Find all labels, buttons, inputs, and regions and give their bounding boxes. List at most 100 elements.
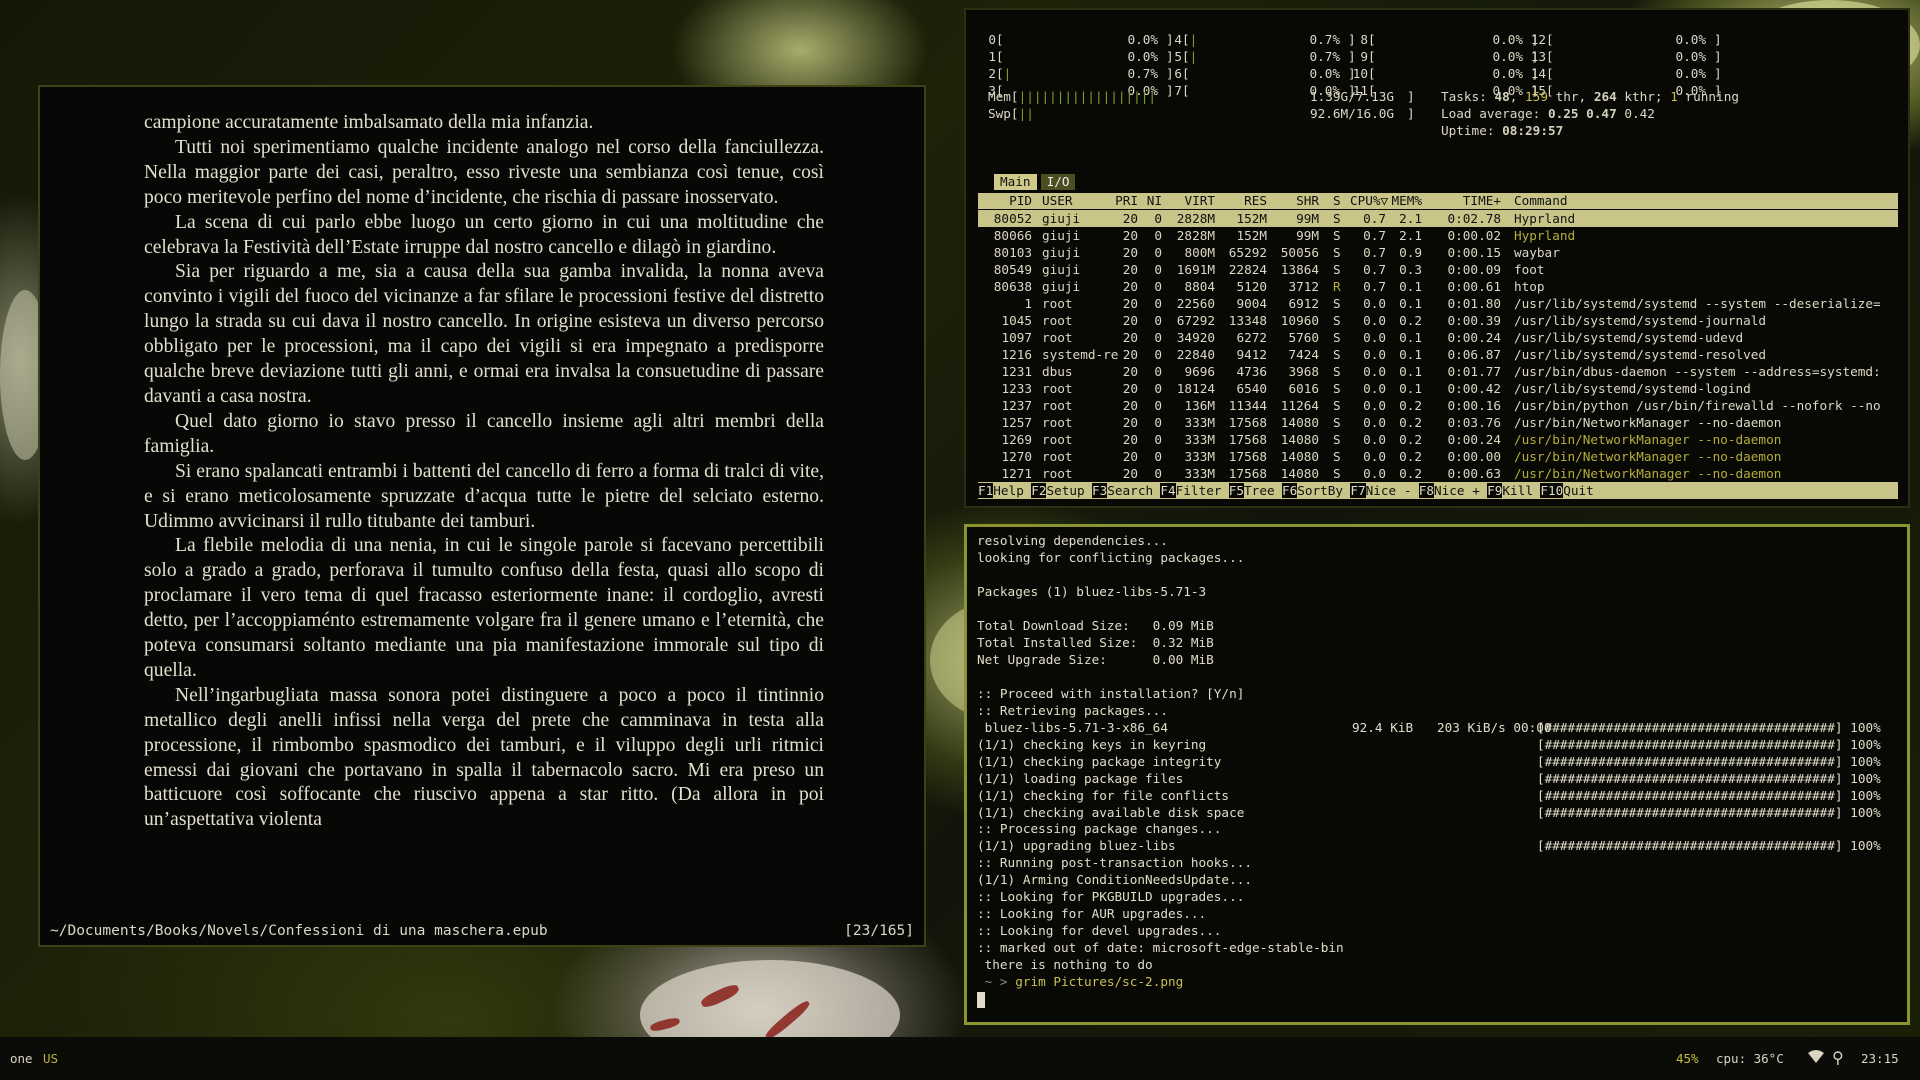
process-pri: 20 — [1122, 245, 1138, 260]
process-row[interactable]: 1045 root 20 0 67292 13348 10960 S 0.0 0.2 0:00.39… — [978, 312, 1898, 329]
process-pri: 20 — [1122, 262, 1138, 277]
mem-meter: Mem[|||||||||||||||||| — [988, 89, 1157, 104]
column-header-pri[interactable]: PRI — [1115, 193, 1138, 209]
process-row[interactable]: 1 root 20 0 22560 9004 6912 S 0.0 0.1 0:01.80/usr/… — [978, 295, 1898, 312]
terminal-window[interactable]: resolving dependencies... looking for con… — [964, 524, 1910, 1025]
process-pri: 20 — [1122, 364, 1138, 379]
process-virt: 800M — [1184, 245, 1215, 260]
wifi-icon[interactable] — [1808, 1050, 1824, 1067]
process-res: 13348 — [1228, 313, 1267, 328]
process-row[interactable]: 1216 systemd-re 20 0 22840 9412 7424 S 0.0 0.1 0:0… — [978, 346, 1898, 363]
process-row[interactable]: 80066 giuji 20 0 2828M 152M 99M S 0.7 2.1 0:00.02 H… — [978, 227, 1898, 244]
usb-icon[interactable]: ⚲ — [1832, 1048, 1844, 1067]
process-table-header[interactable]: PID USER PRI NI VIRT RES SHR S CPU%▽ MEM% TIME+ Com… — [978, 193, 1898, 209]
column-header-res[interactable]: RES — [1244, 193, 1267, 209]
process-ni: 0 — [1154, 364, 1162, 379]
process-time: 0:00.09 — [1447, 262, 1501, 277]
page-indicator: [23/165] — [844, 923, 914, 939]
process-s: S — [1333, 262, 1341, 277]
process-row[interactable]: 80052 giuji 20 0 2828M 152M 99M S 0.7 2.1 0:02.78 H… — [978, 210, 1898, 227]
ebook-reader-window[interactable]: campione accuratamente imbalsamato della… — [38, 85, 926, 947]
column-header-shr[interactable]: SHR — [1296, 193, 1319, 209]
clock: 23:15 — [1861, 1051, 1899, 1066]
process-row[interactable]: 1257 root 20 0 333M 17568 14080 S 0.0 0.2 0:03.76 /… — [978, 414, 1898, 431]
prompt-symbol: ~ > — [977, 974, 1008, 990]
fkey-quit[interactable]: F10Quit — [1540, 482, 1601, 499]
fkey-setup[interactable]: F2Setup — [1031, 482, 1092, 499]
progress-bar-text: [######################################]… — [1537, 753, 1881, 769]
cpu-core-label: 8 — [1360, 32, 1368, 47]
process-pid: 1270 — [1001, 449, 1032, 464]
process-cpu: 0.0 — [1363, 313, 1386, 328]
process-shr: 14080 — [1280, 432, 1319, 447]
process-res: 22824 — [1228, 262, 1267, 277]
process-res: 17568 — [1228, 449, 1267, 464]
tab-main[interactable]: Main — [994, 174, 1037, 190]
process-cpu: 0.0 — [1363, 364, 1386, 379]
keyboard-layout[interactable]: US — [43, 1051, 58, 1066]
process-mem: 0.2 — [1399, 398, 1422, 413]
tab-io[interactable]: I/O — [1040, 174, 1076, 190]
process-s: S — [1333, 449, 1341, 464]
workspace-indicator[interactable]: one — [10, 1051, 33, 1066]
fkey-kill[interactable]: F9Kill — [1487, 482, 1540, 499]
cpu-core-percent: 0.0% — [1675, 66, 1706, 81]
process-pid: 1 — [1024, 296, 1032, 311]
process-row[interactable]: 80549 giuji 20 0 1691M 22824 13864 S 0.7 0.3 0:00.… — [978, 261, 1898, 278]
process-row[interactable]: 1270 root 20 0 333M 17568 14080 S 0.0 0.2 0:00.00 /… — [978, 448, 1898, 465]
fkey-nice[interactable]: F7Nice - — [1350, 482, 1418, 499]
process-time: 0:01.77 — [1447, 364, 1501, 379]
process-row[interactable]: 1231 dbus 20 0 9696 4736 3968 S 0.0 0.1 0:01.77/us… — [978, 363, 1898, 380]
process-row[interactable]: 1269 root 20 0 333M 17568 14080 S 0.0 0.2 0:00.24 /… — [978, 431, 1898, 448]
process-cpu: 0.7 — [1363, 228, 1386, 243]
process-shr: 6016 — [1288, 381, 1319, 396]
column-header-ni[interactable]: NI — [1147, 193, 1162, 209]
process-row[interactable]: 1097 root 20 0 34920 6272 5760 S 0.0 0.1 0:00.24/u… — [978, 329, 1898, 346]
terminal-line-text: :: Processing package changes... — [977, 821, 1222, 837]
fkey-help[interactable]: F1Help — [978, 482, 1031, 499]
terminal-cursor[interactable] — [977, 991, 985, 1008]
process-row[interactable]: 1237 root 20 0 136M 11344 11264 S 0.0 0.2 0:00.16 /… — [978, 397, 1898, 414]
progress-bar-text: [######################################]… — [1537, 804, 1881, 820]
column-header-user[interactable]: USER — [1042, 193, 1073, 209]
process-list[interactable]: 80052 giuji 20 0 2828M 152M 99M S 0.7 2.1 0:02.78 H… — [978, 210, 1898, 482]
process-row[interactable]: 1271 root 20 0 333M 17568 14080 S 0.0 0.2 0:00.63 /… — [978, 465, 1898, 482]
process-mem: 0.1 — [1399, 364, 1422, 379]
process-cmd: /usr/lib/systemd/systemd-logind — [1514, 381, 1751, 396]
column-header-time[interactable]: TIME+ — [1463, 193, 1501, 209]
fkey-nice[interactable]: F8Nice + — [1418, 482, 1487, 499]
process-s: S — [1333, 245, 1341, 260]
process-s: S — [1333, 415, 1341, 430]
process-mem: 0.2 — [1399, 415, 1422, 430]
process-ni: 0 — [1154, 279, 1162, 294]
htop-window[interactable]: 0[0.0%] 1[0.0%] 2 [| 0.7%] 3[0.0%] 4 [| 0.7%] 5 [|… — [964, 8, 1910, 508]
process-row[interactable]: 80638 giuji 20 0 8804 5120 3712 R 0.7 0.1 0:00.61 h… — [978, 278, 1898, 295]
terminal-line: :: Looking for devel upgrades... — [977, 923, 1344, 940]
process-cmd: /usr/bin/python /usr/bin/firewalld --nof… — [1514, 398, 1881, 413]
column-header-pid[interactable]: PID — [1009, 193, 1032, 209]
cpu-core-label: 14 — [1530, 66, 1546, 81]
process-row[interactable]: 1233 root 20 0 18124 6540 6016 S 0.0 0.1 0:00.42/u… — [978, 380, 1898, 397]
fkey-sortby[interactable]: F6SortBy — [1281, 482, 1350, 499]
process-row[interactable]: 80103 giuji 20 0 800M 65292 50056 S 0.7 0.9 0:00.1… — [978, 244, 1898, 261]
process-ni: 0 — [1154, 296, 1162, 311]
column-header-state[interactable]: S — [1333, 193, 1341, 209]
column-header-cpu[interactable]: CPU%▽ — [1350, 193, 1388, 209]
process-user: giuji — [1042, 211, 1081, 226]
fkey-search[interactable]: F3Search — [1091, 482, 1160, 499]
process-pid: 1269 — [1001, 432, 1032, 447]
process-virt: 333M — [1184, 449, 1215, 464]
terminal-line: Total Download Size: 0.09 MiB — [977, 618, 1344, 635]
process-user: root — [1042, 432, 1073, 447]
process-virt: 333M — [1184, 466, 1215, 481]
fkey-filter[interactable]: F4Filter — [1160, 482, 1228, 499]
process-mem: 0.3 — [1399, 262, 1422, 277]
fkey-tree[interactable]: F5Tree — [1228, 482, 1282, 499]
process-user: root — [1042, 449, 1073, 464]
process-res: 17568 — [1228, 432, 1267, 447]
process-res: 152M — [1236, 211, 1267, 226]
column-header-command[interactable]: Command — [1514, 193, 1567, 209]
column-header-virt[interactable]: VIRT — [1184, 193, 1215, 209]
column-header-mem[interactable]: MEM% — [1391, 193, 1422, 209]
